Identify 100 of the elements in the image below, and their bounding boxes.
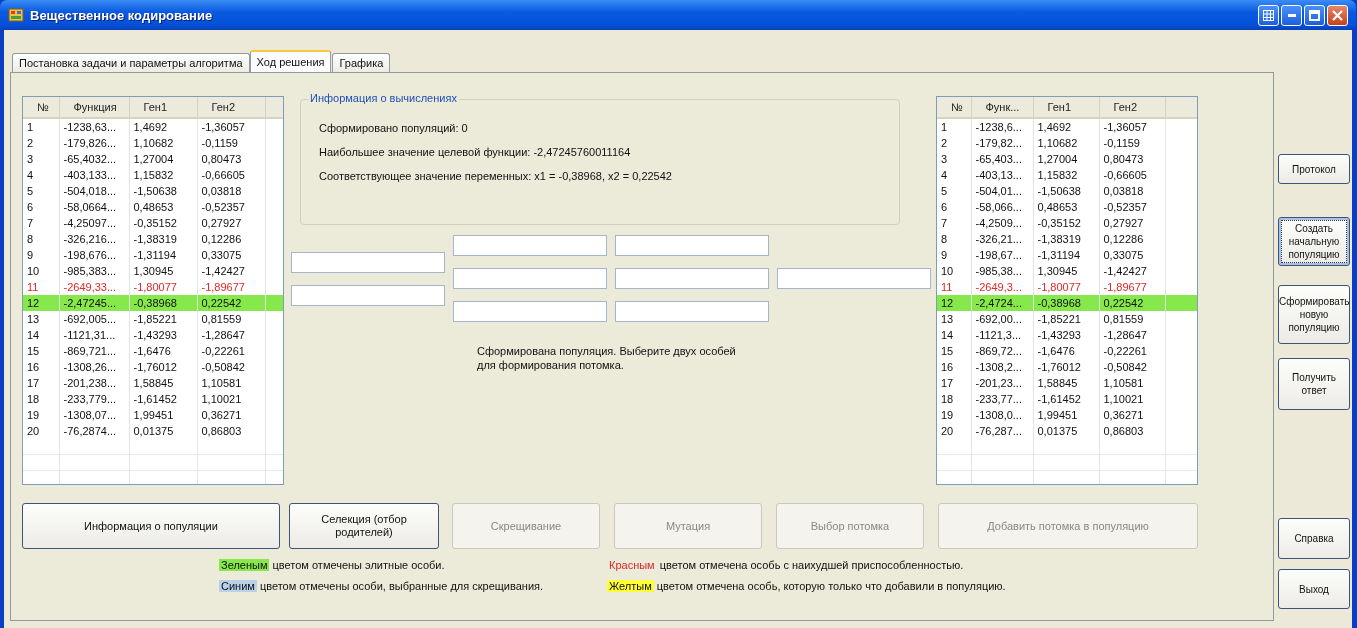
- action-button[interactable]: Создать начальную популяцию: [1278, 217, 1350, 266]
- action-button[interactable]: Селекция (отбор родителей): [289, 503, 439, 549]
- info-text: Соответствующее значение переменных: x1 = -0,38968, x2 = 0,22542: [319, 170, 673, 182]
- table-cell: 0,81559: [1099, 311, 1165, 327]
- table-cell: 5: [937, 183, 971, 199]
- action-button[interactable]: Информация о популяции: [22, 503, 280, 549]
- table-cell: -1,38319: [1033, 231, 1099, 247]
- input-field[interactable]: [453, 235, 607, 256]
- table-cell: 1: [23, 118, 59, 135]
- status-message: Сформирована популяция. Выберите двух особей для формирования потомка.: [477, 344, 737, 372]
- table-cell: 14: [23, 327, 59, 343]
- table-cell: 1,30945: [1033, 263, 1099, 279]
- input-field[interactable]: [291, 285, 445, 306]
- table-cell: -692,005...: [59, 311, 129, 327]
- table-cell: -1,76012: [129, 359, 197, 375]
- table-cell: -0,1159: [1099, 135, 1165, 151]
- table-cell: 20: [937, 423, 971, 439]
- table-cell: 0,01375: [129, 423, 197, 439]
- tab[interactable]: Графика: [332, 53, 391, 72]
- table-cell: 13: [937, 311, 971, 327]
- info-text: Сформировано популяций: 0: [319, 122, 469, 134]
- table-cell: -869,72...: [971, 343, 1033, 359]
- table-cell: 12: [937, 295, 971, 311]
- tab[interactable]: Постановка задачи и параметры алгоритма: [12, 53, 250, 72]
- column-header[interactable]: Ген1: [1033, 97, 1099, 118]
- table-cell: 1,4692: [1033, 118, 1099, 135]
- column-header[interactable]: №: [937, 97, 971, 118]
- table-cell: 1,10682: [1033, 135, 1099, 151]
- input-field[interactable]: [291, 252, 445, 273]
- action-button[interactable]: Получить ответ: [1278, 358, 1350, 410]
- column-header[interactable]: Функция: [59, 97, 129, 118]
- table-cell: -1238,6...: [971, 118, 1033, 135]
- table-cell: -1,6476: [129, 343, 197, 359]
- table-cell: -179,82...: [971, 135, 1033, 151]
- minimize-button[interactable]: [1281, 4, 1302, 26]
- table-cell: -985,383...: [59, 263, 129, 279]
- legend-text: Желтым цветом отмечена особь, которую только что добавили в популяцию.: [607, 580, 1007, 592]
- table-cell: 7: [23, 215, 59, 231]
- table-cell: 0,12286: [1099, 231, 1165, 247]
- window-title: Вещественное кодирование: [30, 7, 213, 23]
- table-cell: -0,35152: [1033, 215, 1099, 231]
- table-cell: -0,50842: [197, 359, 265, 375]
- table-cell: 6: [23, 199, 59, 215]
- table-cell: -1121,31...: [59, 327, 129, 343]
- input-field[interactable]: [453, 268, 607, 289]
- action-button[interactable]: Справка: [1278, 518, 1350, 559]
- table-cell: 1,10021: [1099, 391, 1165, 407]
- action-button[interactable]: Выход: [1278, 569, 1350, 609]
- table-cell: -4,2509...: [971, 215, 1033, 231]
- highlighted-row[interactable]: 12 -2,47245... -0,38968 0,22542: [23, 295, 283, 311]
- table-cell: -1,31194: [129, 247, 197, 263]
- table-cell: -198,67...: [971, 247, 1033, 263]
- table-cell: -1308,26...: [59, 359, 129, 375]
- grid-button[interactable]: [1258, 4, 1279, 26]
- table-cell: -2,4724...: [971, 295, 1033, 311]
- table-cell: 17: [23, 375, 59, 391]
- table-cell: -201,238...: [59, 375, 129, 391]
- input-field[interactable]: [777, 268, 931, 289]
- table-cell: 0,22542: [1099, 295, 1165, 311]
- table-cell: 1,10581: [197, 375, 265, 391]
- table-cell: 9: [937, 247, 971, 263]
- column-header[interactable]: Ген1: [129, 97, 197, 118]
- maximize-icon: [1309, 9, 1320, 21]
- table-cell: -65,4032...: [59, 151, 129, 167]
- input-field[interactable]: [615, 235, 769, 256]
- column-header[interactable]: Функ...: [971, 97, 1033, 118]
- table-cell: -504,018...: [59, 183, 129, 199]
- table-cell: 1,58845: [129, 375, 197, 391]
- column-header[interactable]: Ген2: [1099, 97, 1165, 118]
- table-cell: -326,21...: [971, 231, 1033, 247]
- table-cell: 19: [937, 407, 971, 423]
- column-header[interactable]: Ген2: [197, 97, 265, 118]
- action-button[interactable]: Сформировать новую популяцию: [1278, 285, 1350, 344]
- column-header[interactable]: №: [23, 97, 59, 118]
- input-field[interactable]: [615, 268, 769, 289]
- highlighted-row[interactable]: 12 -2,4724... -0,38968 0,22542: [937, 295, 1197, 311]
- table-cell: 0,48653: [129, 199, 197, 215]
- table-cell: -1,42427: [197, 263, 265, 279]
- table-cell: 0,48653: [1033, 199, 1099, 215]
- tab[interactable]: Ход решения: [249, 50, 332, 72]
- table-cell: -233,779...: [59, 391, 129, 407]
- table-cell: 1: [937, 118, 971, 135]
- table-cell: -504,01...: [971, 183, 1033, 199]
- legend-text: Красным цветом отмечена особь с наихудшей приспособленностью.: [608, 559, 965, 571]
- table-cell: 20: [23, 423, 59, 439]
- input-field[interactable]: [615, 301, 769, 322]
- input-field[interactable]: [453, 301, 607, 322]
- minimize-icon: [1287, 13, 1296, 17]
- table-cell: 10: [23, 263, 59, 279]
- table-cell: -4,25097...: [59, 215, 129, 231]
- table-cell: -1,36057: [1099, 118, 1165, 135]
- table-cell: -65,403...: [971, 151, 1033, 167]
- close-button[interactable]: [1327, 4, 1348, 26]
- maximize-button[interactable]: [1304, 4, 1325, 26]
- table-cell: -1308,0...: [971, 407, 1033, 423]
- table-cell: -1308,2...: [971, 359, 1033, 375]
- action-button[interactable]: Протокол: [1278, 154, 1350, 184]
- table-cell: 0,27927: [197, 215, 265, 231]
- table-cell: -692,00...: [971, 311, 1033, 327]
- table-cell: 18: [937, 391, 971, 407]
